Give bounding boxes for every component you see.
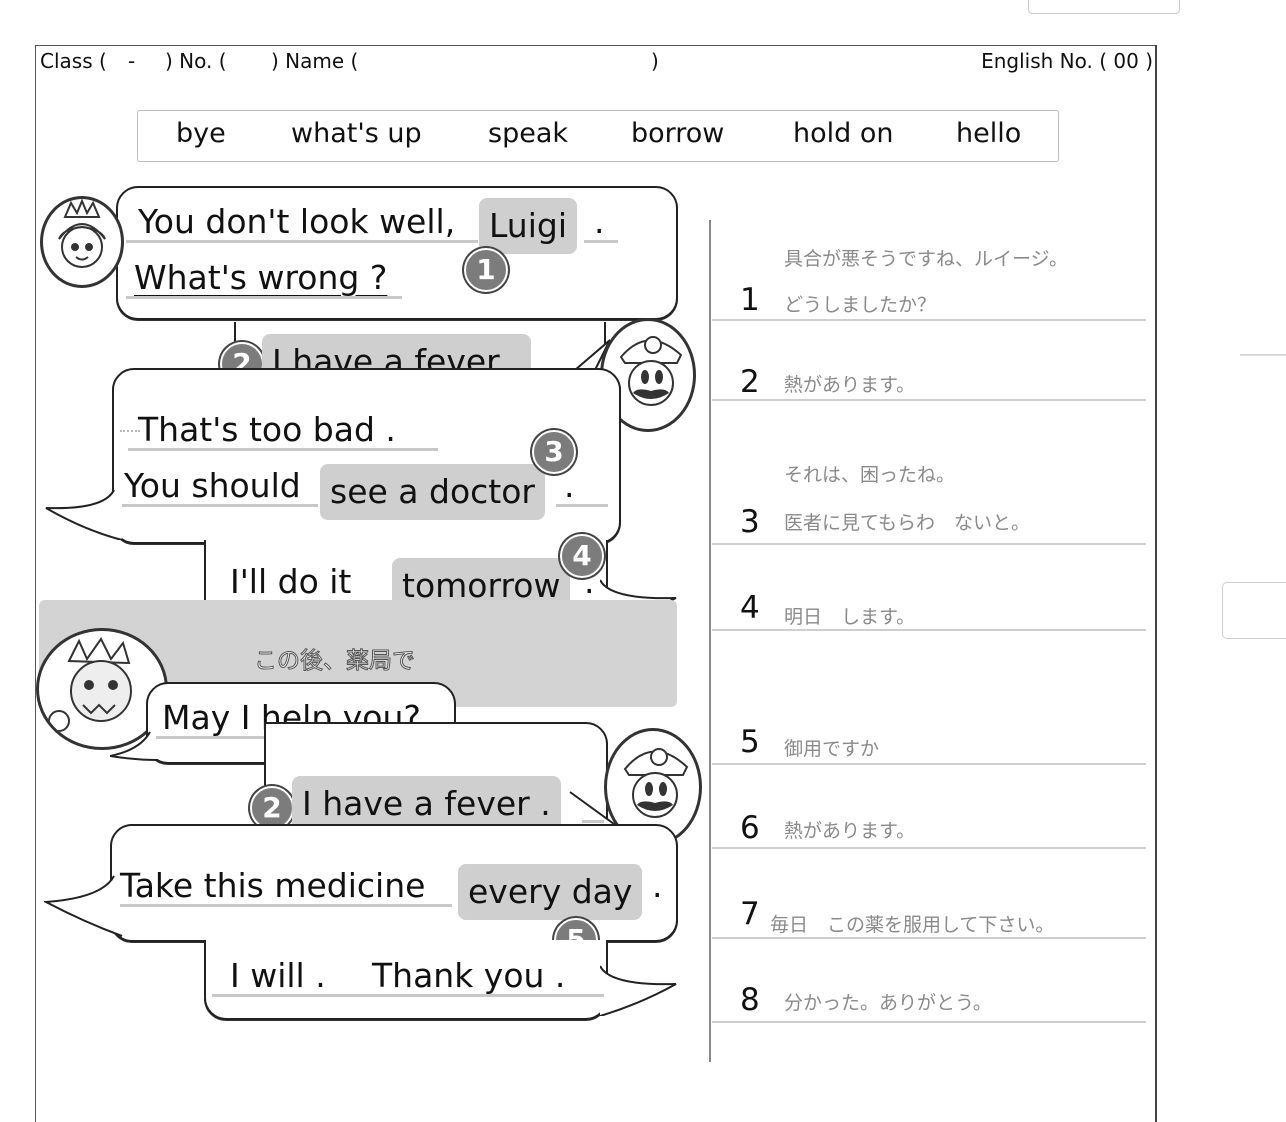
- translation-3b: 医者に見てもらわ ないと。: [784, 512, 1031, 534]
- word-bank-item: borrow: [631, 118, 725, 149]
- answer-blank-3[interactable]: see a doctor: [320, 464, 545, 520]
- b1-end: .: [594, 202, 605, 241]
- underline: [584, 240, 618, 243]
- b7-line: Take this medicine: [120, 866, 426, 905]
- row-number-4: 4: [740, 590, 760, 626]
- side-divider: [1240, 354, 1286, 356]
- sheet-border-top: [35, 45, 1157, 46]
- name-close: ): [651, 49, 659, 73]
- class-label: Class (: [40, 49, 107, 73]
- translation-4: 明日 します。: [784, 606, 916, 628]
- underline: [122, 504, 318, 507]
- column-divider: [709, 220, 711, 1062]
- bubble-tail: [44, 875, 123, 937]
- sheet-border-right: [1155, 45, 1157, 1122]
- top-tab: [1028, 0, 1180, 14]
- row-number-5: 5: [740, 724, 760, 760]
- underline: [120, 904, 452, 907]
- dotted-line: [120, 430, 140, 432]
- translation-6: 熱があります。: [784, 820, 916, 842]
- english-number: English No. ( 00 ): [981, 49, 1153, 73]
- b4-line: I'll do it: [230, 562, 352, 601]
- row-line: [712, 937, 1146, 939]
- translation-1b: どうしましたか？: [784, 294, 937, 316]
- underline: [556, 504, 608, 507]
- b7-end: .: [652, 866, 663, 905]
- badge-3: 3: [532, 430, 576, 474]
- row-line: [712, 399, 1146, 401]
- word-bank: bye what's up speak borrow hold on hello: [137, 110, 1059, 162]
- number-label: ) No. (: [165, 49, 227, 73]
- word-bank-item: what's up: [291, 118, 422, 149]
- bubble-tail: [45, 489, 123, 540]
- b3-line2: You should: [124, 466, 301, 505]
- row-number-8: 8: [740, 982, 760, 1018]
- row-line: [712, 319, 1146, 321]
- answer-blank-1[interactable]: Luigi: [479, 198, 578, 254]
- row-number-2: 2: [740, 364, 760, 400]
- b8-part2: Thank you .: [372, 956, 566, 995]
- b3-end: .: [564, 466, 575, 505]
- underline: [126, 296, 402, 299]
- side-panel-box: [1222, 582, 1286, 639]
- translation-7: 毎日 この薬を服用して下さい。: [770, 914, 1055, 936]
- row-number-1: 1: [740, 282, 760, 318]
- underline: [212, 994, 604, 997]
- word-bank-item: bye: [176, 118, 226, 149]
- row-line: [712, 763, 1146, 765]
- underline: [582, 820, 604, 823]
- row-number-6: 6: [740, 810, 760, 846]
- sheet-border-left: [35, 45, 36, 1122]
- word-bank-item: hold on: [793, 118, 894, 149]
- underline: [128, 448, 438, 451]
- translation-5: 御用ですか: [784, 738, 880, 760]
- word-bank-item: speak: [488, 118, 568, 149]
- badge-1: 1: [464, 248, 508, 292]
- row-number-7: 7: [740, 896, 760, 932]
- princess-peach-icon: [40, 196, 124, 288]
- underline: [126, 240, 478, 243]
- row-line: [712, 543, 1146, 545]
- b1-line2: What's wrong ?: [134, 258, 388, 297]
- answer-blank-7[interactable]: every day: [458, 864, 643, 920]
- scene-caption: この後、薬局で: [254, 648, 416, 675]
- class-dash: -: [128, 49, 136, 73]
- name-label: ) Name (: [271, 49, 359, 73]
- bubble-tail: [600, 965, 677, 1016]
- b1-line1: You don't look well,: [138, 202, 456, 241]
- word-bank-item: hello: [956, 118, 1022, 149]
- bubble-tail: [110, 731, 159, 761]
- row-line: [712, 847, 1146, 849]
- b3-line1: That's too bad .: [138, 410, 396, 449]
- translation-3a: それは、困ったね。: [784, 464, 956, 486]
- translation-8: 分かった。ありがとう。: [784, 992, 992, 1014]
- row-line: [712, 629, 1146, 631]
- b8-part1: I will .: [230, 956, 326, 995]
- row-line: [712, 1021, 1146, 1023]
- row-number-3: 3: [740, 504, 760, 540]
- translation-2: 熱があります。: [784, 374, 916, 396]
- badge-4: 4: [560, 534, 604, 578]
- translation-1a: 具合が悪そうですね、ルイージ。: [784, 248, 1069, 270]
